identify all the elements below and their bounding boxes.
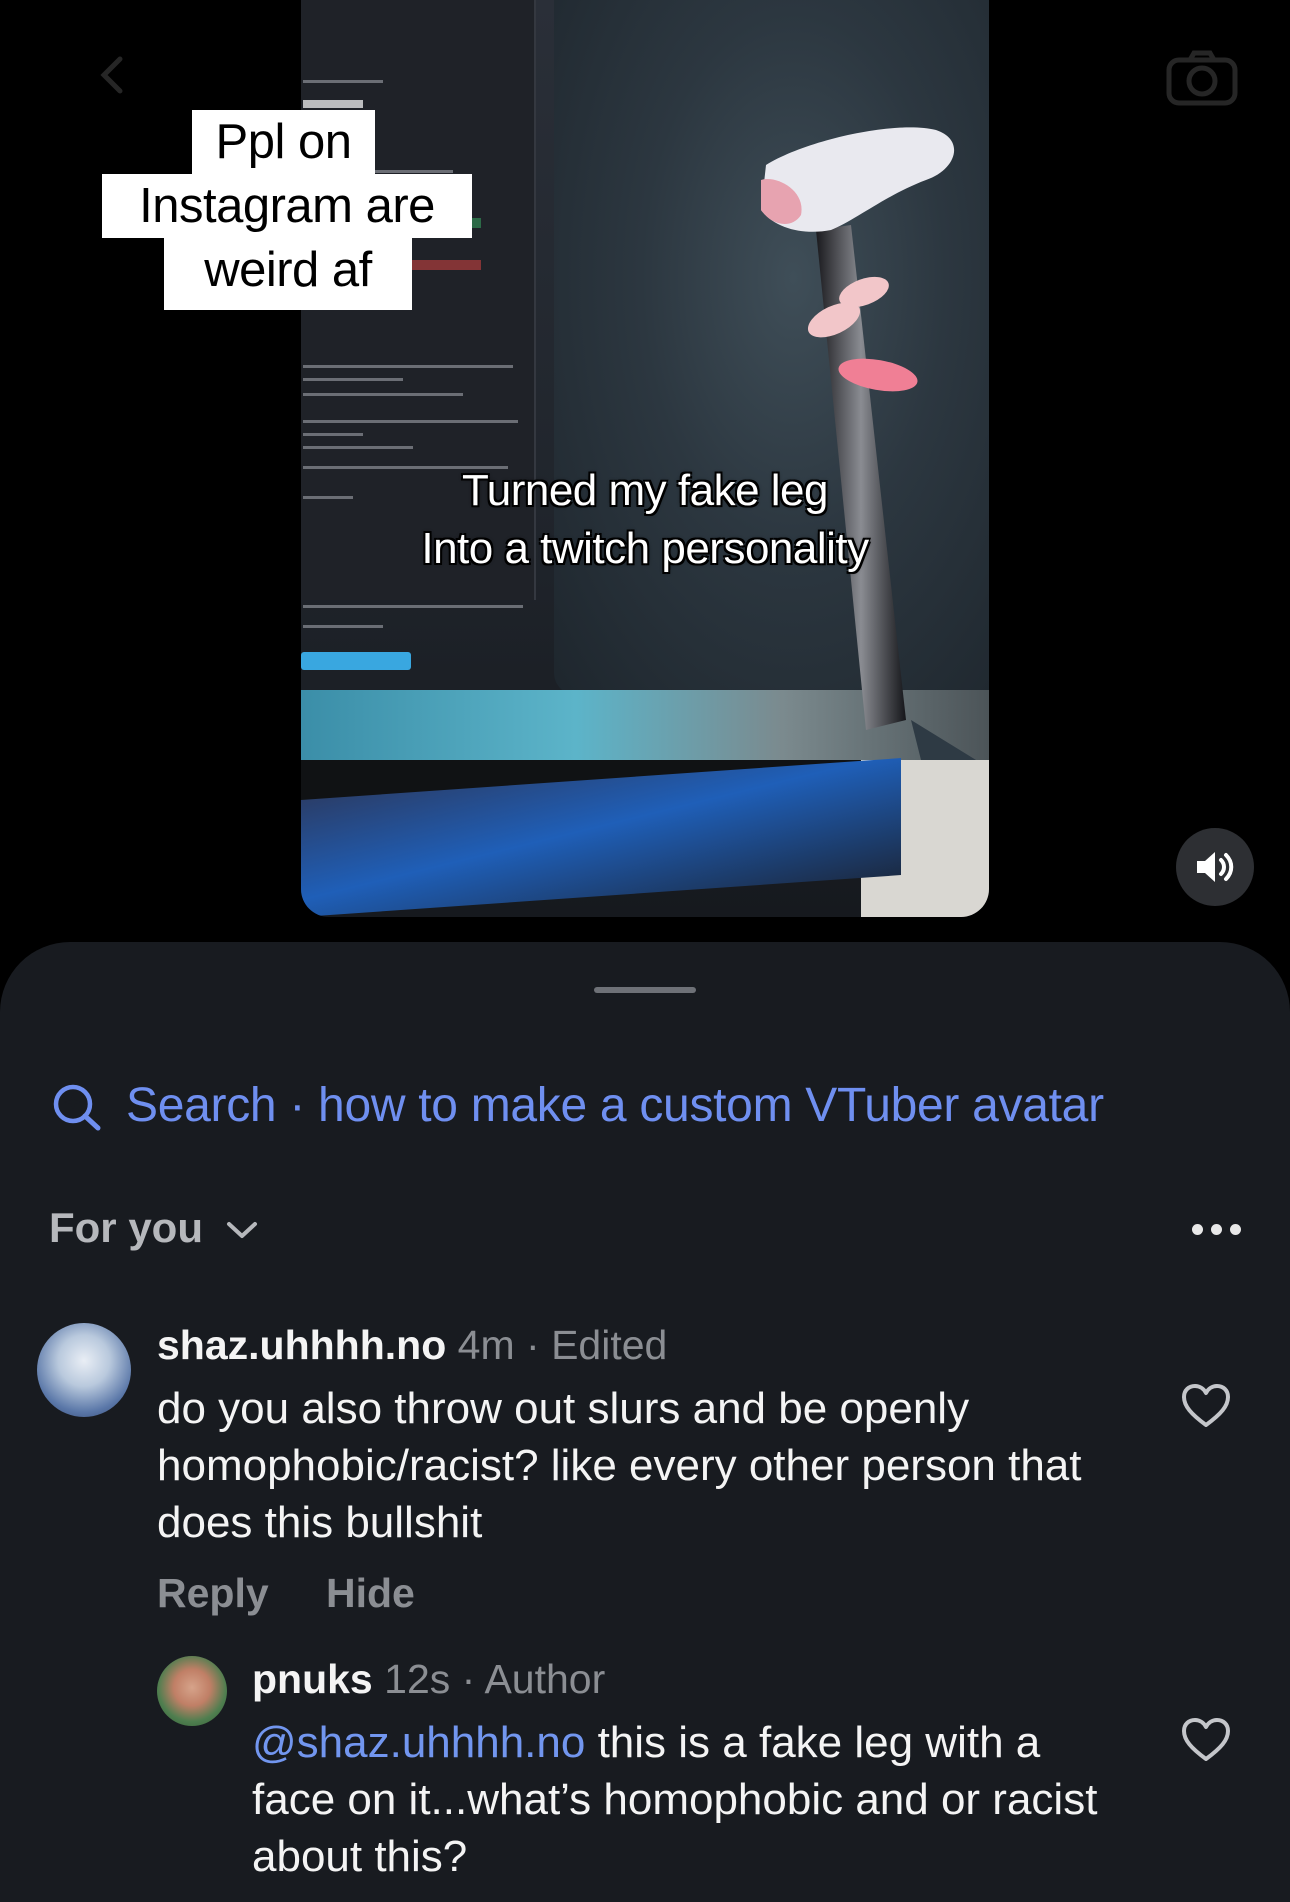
search-suggestion-label: Search · how to make a custom VTuber ava… xyxy=(126,1079,1104,1132)
comment-text: do you also throw out slurs and be openl… xyxy=(157,1384,1082,1547)
mention-link[interactable]: @shaz.uhhhh.no xyxy=(252,1718,585,1767)
comment-username[interactable]: pnuks xyxy=(252,1656,373,1702)
video-overlay-line-1: Turned my fake leg xyxy=(462,466,829,515)
sound-toggle-button[interactable] xyxy=(1176,828,1254,906)
comment-time: 12s xyxy=(384,1656,451,1702)
camera-icon[interactable] xyxy=(1166,50,1238,106)
comments-sheet: Search · how to make a custom VTuber ava… xyxy=(0,942,1290,1902)
heart-icon[interactable] xyxy=(1181,1717,1231,1763)
comment-sort-dropdown[interactable]: For you xyxy=(49,1204,259,1252)
speaker-on-icon xyxy=(1197,852,1234,882)
comment-meta: shaz.uhhhh.no 4m · Edited xyxy=(157,1322,667,1369)
avatar[interactable] xyxy=(157,1656,227,1726)
heart-icon[interactable] xyxy=(1181,1383,1231,1429)
prosthetic-leg-image xyxy=(761,127,976,760)
back-chevron-icon[interactable] xyxy=(92,55,132,95)
author-tag: · Author xyxy=(461,1656,606,1702)
video-caption-line-1: Ppl on xyxy=(192,110,375,174)
hide-button[interactable]: Hide xyxy=(326,1570,415,1617)
reply-button[interactable]: Reply xyxy=(157,1570,269,1617)
video-caption-line-3: weird af xyxy=(164,238,412,310)
comment-text: @shaz.uhhhh.no this is a fake leg with a… xyxy=(252,1714,1132,1885)
sheet-drag-handle[interactable] xyxy=(594,987,696,993)
sort-label: For you xyxy=(49,1204,203,1251)
comment-time: 4m xyxy=(457,1322,515,1368)
chevron-down-icon xyxy=(227,1222,257,1238)
comment-meta: pnuks 12s · Author xyxy=(252,1656,605,1703)
more-options-button[interactable] xyxy=(1192,1224,1242,1238)
avatar[interactable] xyxy=(37,1323,131,1417)
video-caption-line-2: Instagram are xyxy=(102,174,472,238)
comment-username[interactable]: shaz.uhhhh.no xyxy=(157,1322,446,1368)
video-player[interactable] xyxy=(301,0,989,917)
search-suggestion[interactable]: Search · how to make a custom VTuber ava… xyxy=(52,1078,1104,1133)
video-overlay-line-2: Into a twitch personality xyxy=(421,524,869,573)
sparkle-search-icon xyxy=(53,1084,101,1130)
comment-edited-tag: · Edited xyxy=(526,1322,668,1368)
